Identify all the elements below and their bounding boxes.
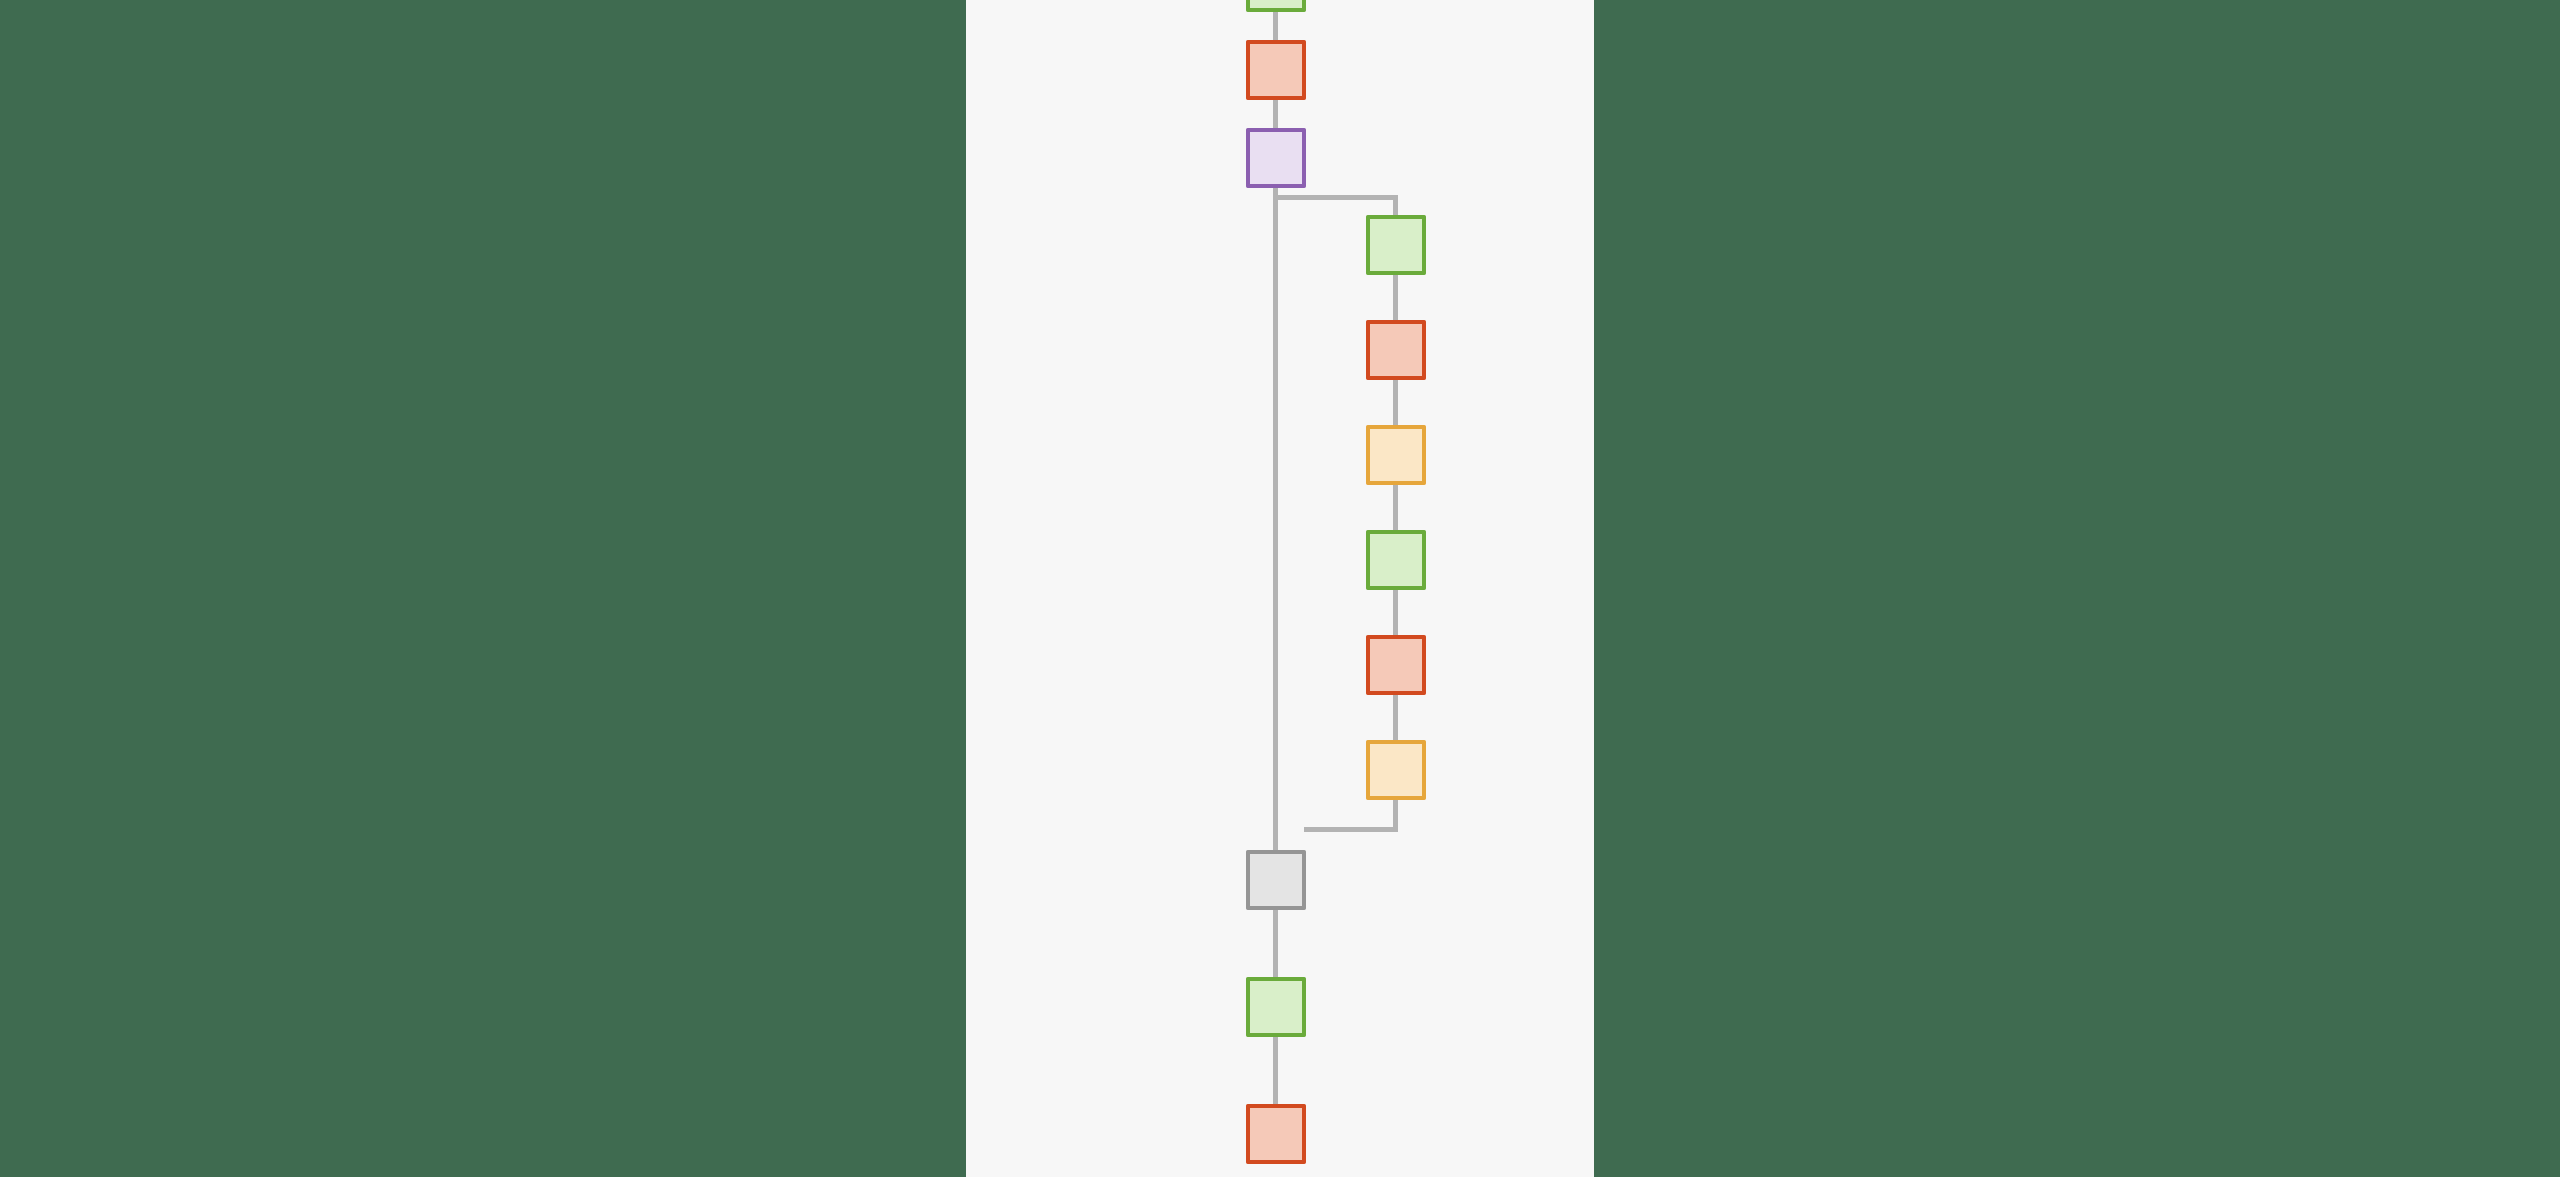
node-orange[interactable] [1366, 740, 1426, 800]
node-gray[interactable] [1246, 850, 1306, 910]
edge [1273, 1035, 1278, 1106]
node-red[interactable] [1366, 320, 1426, 380]
edge [1273, 908, 1278, 979]
edge [1393, 693, 1398, 742]
node-red[interactable] [1246, 40, 1306, 100]
edge [1393, 273, 1398, 322]
edge [1304, 827, 1398, 832]
edge [1273, 10, 1278, 42]
node-red[interactable] [1366, 635, 1426, 695]
node-green[interactable] [1366, 530, 1426, 590]
node-purple[interactable] [1246, 128, 1306, 188]
edge [1273, 186, 1278, 852]
edge [1276, 195, 1396, 200]
edge [1393, 378, 1398, 427]
edge [1273, 98, 1278, 130]
edge [1393, 588, 1398, 637]
edge [1393, 483, 1398, 532]
node-green[interactable] [1246, 0, 1306, 12]
diagram-canvas [966, 0, 1594, 1177]
node-orange[interactable] [1366, 425, 1426, 485]
node-green[interactable] [1246, 977, 1306, 1037]
node-green[interactable] [1366, 215, 1426, 275]
node-red[interactable] [1246, 1104, 1306, 1164]
edge [1393, 798, 1398, 830]
edge [1393, 195, 1398, 217]
